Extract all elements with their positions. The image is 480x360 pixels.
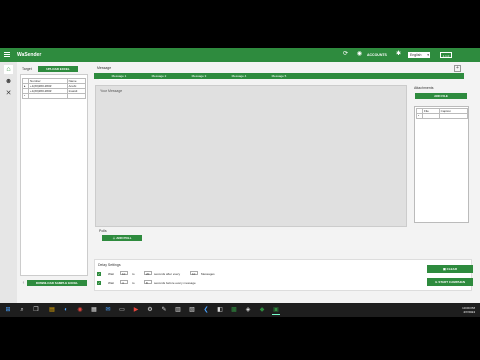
accounts-label[interactable]: ACCOUNTS [367,53,387,57]
row1-to-input[interactable]: 20 [144,271,152,276]
polls-label: Polls [99,229,107,233]
app-icon[interactable]: ◧ [216,306,224,314]
attachments-table: File Caption * [416,108,469,119]
refresh-icon[interactable]: ⟳ [342,51,349,58]
tab-message-1[interactable]: Message 1 [99,73,139,80]
notes-icon[interactable]: ✎ [160,306,168,314]
target-table: Number Name ▸ +1(##)###-#### Anubi +1(##… [22,78,87,99]
scroll-left-icon[interactable]: ‹ [20,280,27,287]
target-label: Target [22,67,32,71]
delay-row2-checkbox[interactable]: ✓ [97,281,101,285]
file-explorer-icon[interactable]: ▤ [48,306,56,314]
target-panel: Number Name ▸ +1(##)###-#### Anubi +1(##… [20,74,88,276]
vscode-icon[interactable]: ❮ [202,306,210,314]
tools-icon[interactable]: ✕ [4,89,13,98]
settings-app-icon[interactable]: ⚙ [146,306,154,314]
home-icon[interactable]: ⌂ [4,65,13,74]
settings-icon[interactable]: ✱ [395,51,402,58]
tab-message-5[interactable]: Message 5 [259,73,299,79]
excel-icon[interactable]: ▩ [230,306,238,314]
calendar-icon[interactable]: ▥ [174,306,182,314]
media-icon[interactable]: ▶ [132,306,140,314]
windows-start-icon[interactable]: ⊞ [4,306,12,314]
row1-from-input[interactable]: 10 [120,271,128,276]
row1-count-input[interactable]: 10 [190,271,198,276]
edge-icon[interactable]: ◐ [62,306,70,314]
delay-settings-panel: Delay Settings ✓ Wait 10 to 20 seconds a… [94,259,473,291]
version-badge: 1.1.0 [440,52,452,58]
upload-excel-button[interactable]: UPLOAD EXCEL [38,66,78,72]
attachments-panel: File Caption * [414,106,469,223]
delay-row1-checkbox[interactable]: ✓ [97,272,101,276]
app-window: WaSender ⟳ ◉ ACCOUNTS ✱ English ▾ 1.1.0 … [0,48,480,303]
terminal-icon[interactable]: ▭ [118,306,126,314]
message-placeholder: Your Message [100,89,123,93]
table-row-new[interactable]: * [416,113,469,119]
delay-settings-label: Delay Settings [98,263,121,267]
row2-to-input[interactable]: 8 [144,280,152,285]
message-label: Message [97,66,112,70]
clock-date: 4/7/2024 [463,310,475,314]
add-tab-icon[interactable]: + [454,65,461,72]
app-icon[interactable]: ◈ [244,306,252,314]
clear-button[interactable]: ▣ CLEAR [427,265,473,273]
chevron-down-icon: ▾ [427,53,429,57]
app-title: WaSender [17,52,42,58]
message-textarea[interactable]: Your Message [95,85,407,227]
whatsapp-icon[interactable]: ◉ [356,51,363,58]
start-campaign-button[interactable]: ➤ START CAMPAIGN [427,278,473,286]
sidebar: ⌂ ☻ ✕ [0,62,17,303]
photos-icon[interactable]: ▧ [188,306,196,314]
add-file-button[interactable]: ADD FILE [415,93,467,99]
tab-message-3[interactable]: Message 3 [179,73,219,79]
app-icon[interactable]: ◆ [258,306,266,314]
mail-icon[interactable]: ✉ [104,306,112,314]
language-select[interactable]: English ▾ [408,52,430,58]
download-sample-excel-button[interactable]: DOWNLOAD SAMPLE EXCEL [27,280,87,286]
tab-message-4[interactable]: Message 4 [219,73,259,79]
tab-message-2[interactable]: Message 2 [139,73,179,79]
store-icon[interactable]: ▦ [90,306,98,314]
chrome-icon[interactable]: ◉ [76,306,84,314]
title-bar: WaSender ⟳ ◉ ACCOUNTS ✱ English ▾ 1.1.0 [0,48,480,62]
wasender-taskbar-icon[interactable]: ▣ [272,306,280,315]
hamburger-menu-icon[interactable] [4,51,10,58]
table-row-new[interactable]: * [22,93,87,99]
attachments-label: Attachments [414,86,434,90]
row2-from-input[interactable]: 4 [120,280,128,285]
task-view-icon[interactable]: ❐ [32,306,40,314]
system-clock[interactable]: 10:09 PM 4/7/2024 [462,306,475,314]
add-poll-button[interactable]: ＋ ADD POLL [102,235,142,241]
taskbar: ⊞ ⌕ ❐ ▤ ◐ ◉ ▦ ✉ ▭ ▶ ⚙ ✎ ▥ ▧ ❮ ◧ ▩ ◈ ◆ ▣ … [0,303,480,317]
message-tabs: Message 1 Message 2 Message 3 Message 4 … [94,73,464,80]
search-icon[interactable]: ⌕ [18,306,26,314]
users-icon[interactable]: ☻ [4,77,13,86]
